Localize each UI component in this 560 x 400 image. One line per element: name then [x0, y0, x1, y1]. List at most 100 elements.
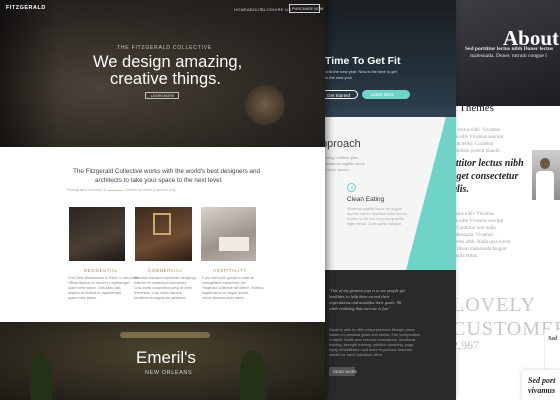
quote-line: "One of my greatest joys is to see peopl…: [329, 288, 405, 293]
fitzgerald-hero: FITZGERALD HOME ABOUT BLOG HIRE US PURCH…: [0, 0, 325, 147]
purchase-now-button[interactable]: PURCHASE NOW: [289, 4, 324, 13]
quote-line: while realizing that exercise is fun.": [329, 306, 391, 311]
dark-body-line: training, strength training, nutrition c…: [329, 343, 415, 347]
feature-number-badge: 3: [347, 183, 356, 192]
quote-line: healthier, to help them exceed their: [329, 294, 390, 299]
service-text-line: Officia depicus ex fuerunt in repellat e…: [68, 281, 130, 285]
blog-bottom-line: vivamus: [528, 386, 556, 395]
blog-bottom-card: Sed port vivamus: [522, 370, 560, 400]
blog-lorem-line: ius nibh Vivamus suscipit: [452, 135, 504, 140]
service-label: COMMERCIAL: [148, 268, 183, 273]
read-more-button[interactable]: READ MORE: [329, 367, 358, 376]
learn-more-button[interactable]: Learn More: [362, 90, 410, 99]
blog-lorem-line: pendisse potenti blandit.: [452, 149, 501, 154]
feature-title: Clean Eating: [347, 196, 385, 203]
blog-hero-line2: malesuada. Donec rutrum congue l: [470, 53, 547, 59]
hero-table-decor: [245, 85, 285, 125]
blog-italic-line: rttitor lectus nibh: [452, 158, 524, 169]
blog-hero-line1: Sed porttitor lectus nibh Donec lectus: [465, 46, 554, 52]
feature-line: Donec id elit non mi porta gravida: [347, 217, 404, 221]
fitness-body-line: running nutrition plan,: [321, 155, 360, 160]
blog-lorem-line: sectus nibh. Nulla quis lorem: [452, 240, 511, 245]
blog-theme-preview: About u Sed porttitor lectus nibh Donec …: [448, 0, 560, 400]
dark-body-line: results for each individual client.: [329, 353, 383, 357]
feature-line: eget metus. Cum sociis natoque.: [347, 222, 403, 226]
blog-lorem-line: s. Curabitur non nulla: [452, 226, 496, 231]
fitness-hero: Time To Get Fit until the new year. Now …: [316, 0, 456, 117]
photo-credit-text: Photography courtesy of: [67, 188, 106, 192]
fitness-testimonial-section: "One of my greatest joys is to see peopl…: [316, 270, 456, 400]
venue-name: Emeril's: [136, 348, 196, 367]
residential-image: [69, 207, 125, 261]
venue-section: Emeril's NEW ORLEANS: [0, 322, 325, 400]
nav-about[interactable]: ABOUT: [247, 7, 262, 12]
service-text-line: If you need your guests to have an: [202, 276, 255, 280]
hero-learn-more-button[interactable]: LEARN MORE: [145, 92, 179, 99]
dark-body-line: in-depth health and exercise evaluations…: [329, 338, 416, 342]
purchase-now-label: PURCHASE NOW: [292, 7, 324, 11]
feature-number: 3: [350, 185, 354, 190]
blog-count: 2,967: [452, 338, 479, 352]
blog-lorem-line: st at tellus. Curabitur: [452, 142, 494, 147]
read-more-label: READ MORE: [333, 369, 358, 374]
get-started-button[interactable]: Get Started: [320, 90, 358, 99]
service-text-line: interiors for restaurants and offices.: [134, 281, 188, 285]
venue-city: NEW ORLEANS: [145, 370, 193, 376]
blog-lorem-line: ut libero malesuada feugiat: [452, 247, 507, 252]
fitness-hero-subtitle: in the new you!: [325, 75, 352, 80]
fitness-section-title: pproach: [321, 138, 361, 150]
chandelier-glow: [120, 332, 210, 338]
hospitality-image: [201, 207, 256, 261]
dark-body-line: Sarah is able to offer comprehensive lif…: [329, 328, 415, 332]
feature-line: Vivamus sagittis lacus vel augue: [347, 207, 402, 211]
blog-lorem-line: ius nibh Vivamus suscipit: [452, 219, 504, 224]
fitness-body-line: get dolor auctor.: [321, 167, 350, 172]
blog-lorem-line: lectus nibh. Vivamus: [452, 212, 494, 217]
learn-more-label: Learn More: [371, 92, 395, 97]
quote-line: expectations and actualize their goals. …: [329, 300, 402, 305]
dark-body-line: injury rehabilitation and more to produc…: [329, 348, 413, 352]
service-text-line: unforgettable experience, the: [202, 281, 246, 285]
blog-testimonial-card: Sed: [544, 330, 560, 370]
intro-line1: The Fitzgerald Collective works with the…: [73, 168, 261, 175]
fitzgerald-intro-section: The Fitzgerald Collective works with the…: [0, 147, 325, 322]
service-text-line: We have extensive experience designing: [134, 276, 196, 280]
photo-credit: Photography courtesy of ▬▬▬▬ Content for…: [67, 188, 176, 192]
service-text-line: quam lorem ipsum.: [68, 296, 97, 300]
blog-author-photo: [532, 150, 560, 200]
service-text-line: Fitzgerald Collective will deliver. Viva…: [202, 286, 264, 290]
fitness-hero-title: Time To Get Fit: [325, 55, 401, 67]
service-text-line: penatibus et magnis dis parturient.: [134, 296, 186, 300]
nav-home[interactable]: HOME: [234, 7, 247, 12]
feature-line: laoreet rutrum faucibus dolor auctor.: [347, 212, 408, 216]
service-text-line: rutrum faucibus dolor auctor.: [202, 296, 245, 300]
blog-lorem-line: malesuada. Vivamus: [452, 233, 494, 238]
bed-decor: [219, 237, 249, 251]
hero-learn-more-label: LEARN MORE: [151, 94, 175, 98]
service-text-line: dapibus ac facilisis in, egestas eget: [68, 291, 122, 295]
plant-decor: [30, 352, 52, 400]
fitness-theme-preview: Time To Get Fit until the new year. Now …: [316, 0, 456, 400]
service-text-line: sagittis lacus vel augue laoreet: [202, 291, 249, 295]
teal-accent-shape: [406, 117, 456, 270]
logo[interactable]: FITZGERALD: [6, 5, 46, 11]
blog-lovely: LOVELY: [452, 294, 536, 316]
photo-credit-rest: Content for demo purposes only: [124, 188, 176, 192]
fitzgerald-theme-preview: FITZGERALD HOME ABOUT BLOG HIRE US PURCH…: [0, 0, 325, 400]
blog-testimonial-snippet: Sed: [548, 336, 557, 342]
service-text-line: Cras mattis consectetur purus sit amet: [134, 286, 192, 290]
blog-bottom-line: Sed port: [528, 376, 556, 385]
blog-italic-line: eget consectetur: [452, 171, 519, 182]
service-text-line: From New Brownstones to Parks, in new pl…: [68, 276, 140, 280]
service-text-line: quam lorem ipsum. Cras justo odio,: [68, 286, 122, 290]
fitness-body-line: n. Vivamus sagittis lacus: [321, 161, 365, 166]
blog-hero: About u Sed porttitor lectus nibh Donec …: [448, 0, 560, 106]
hero-shadow: [0, 0, 60, 147]
mirror-decor: [153, 213, 171, 235]
nav-blog[interactable]: BLOG: [261, 7, 273, 12]
photo-credit-link[interactable]: ▬▬▬▬: [107, 188, 123, 192]
service-label: RESIDENTIAL: [84, 268, 119, 273]
fitness-hero-subtitle: until the new year. Now is the time to g…: [325, 69, 397, 74]
service-text-line: fermentum. Cum sociis natoque: [134, 291, 182, 295]
hero-kicker: THE FITZGERALD COLLECTIVE: [117, 45, 213, 51]
